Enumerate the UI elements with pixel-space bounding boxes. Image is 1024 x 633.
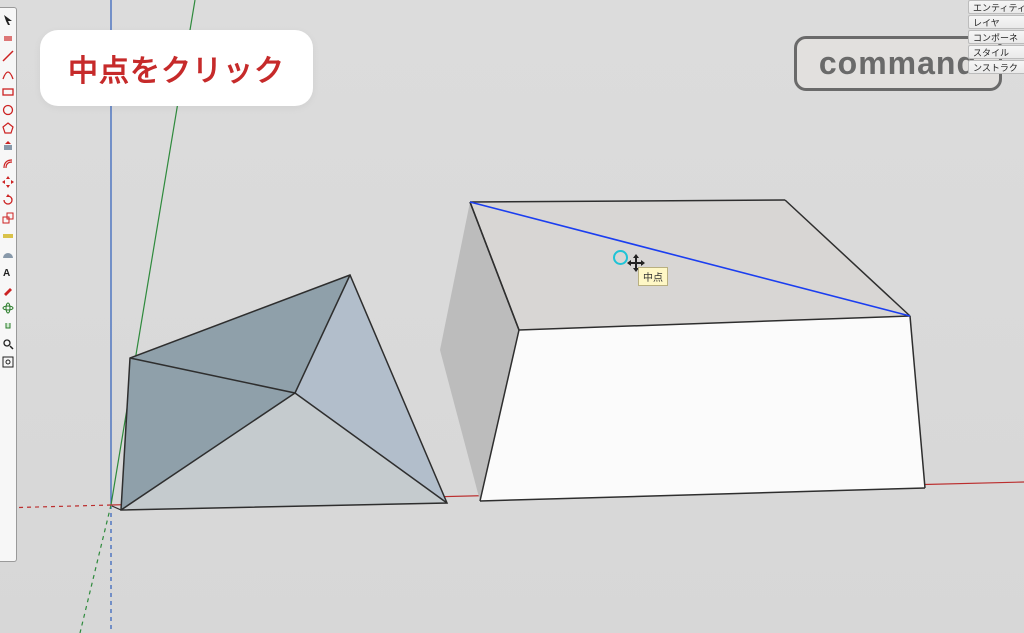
- tape-tool[interactable]: [2, 230, 14, 242]
- instruction-banner: 中点をクリック: [40, 30, 313, 106]
- zoom-tool[interactable]: [2, 338, 14, 350]
- orbit-tool[interactable]: [2, 302, 14, 314]
- paint-tool[interactable]: [2, 284, 14, 296]
- eraser-tool[interactable]: [2, 32, 14, 44]
- tool-palette: A: [0, 7, 17, 562]
- zoom-extents-tool[interactable]: [2, 356, 14, 368]
- line-tool[interactable]: [2, 50, 14, 62]
- tray-layers[interactable]: レイヤ: [968, 15, 1024, 29]
- move-tool[interactable]: [2, 176, 14, 188]
- pushpull-tool[interactable]: [2, 140, 14, 152]
- tray-styles[interactable]: スタイル: [968, 45, 1024, 59]
- rotate-tool[interactable]: [2, 194, 14, 206]
- rectangle-tool[interactable]: [2, 86, 14, 98]
- right-tray: エンティティ レイヤ コンポーネ スタイル ンストラク: [968, 0, 1024, 74]
- offset-tool[interactable]: [2, 158, 14, 170]
- tray-entity-info[interactable]: エンティティ: [968, 0, 1024, 14]
- circle-tool[interactable]: [2, 104, 14, 116]
- polygon-tool[interactable]: [2, 122, 14, 134]
- keycap-label: command: [819, 45, 977, 81]
- select-tool[interactable]: [2, 14, 14, 26]
- svg-text:A: A: [3, 268, 10, 278]
- protractor-tool[interactable]: [2, 248, 14, 260]
- arc-tool[interactable]: [2, 68, 14, 80]
- pan-tool[interactable]: [2, 320, 14, 332]
- instruction-text: 中点をクリック: [68, 55, 285, 88]
- scale-tool[interactable]: [2, 212, 14, 224]
- tray-instructor[interactable]: ンストラク: [968, 60, 1024, 74]
- tray-components[interactable]: コンポーネ: [968, 30, 1024, 44]
- text-tool[interactable]: A: [2, 266, 14, 278]
